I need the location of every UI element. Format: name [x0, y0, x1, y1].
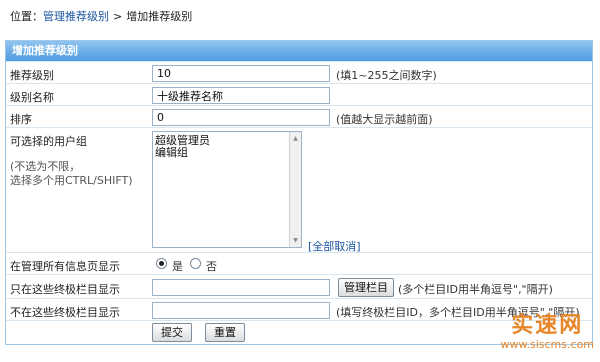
row-show-all: 在管理所有信息页显示 是 否 [6, 252, 592, 274]
form-panel: 增加推荐级别 推荐级别 (填1~255之间数字) 级别名称 排序 (值越大显示越… [5, 40, 593, 345]
show-only-label: 只在这些终极栏目显示 [10, 283, 120, 296]
row-name: 级别名称 [6, 83, 592, 105]
row-usergroups: 可选择的用户组 (不选为不限， 选择多个用CTRL/SHIFT) 超级管理员 编… [6, 127, 592, 253]
level-hint: (填1~255之间数字) [336, 69, 437, 82]
usergroup-option[interactable]: 编辑组 [153, 147, 301, 159]
name-input[interactable] [152, 87, 330, 104]
panel-title: 增加推荐级别 [6, 41, 592, 61]
order-hint: (值越大显示越前面) [336, 113, 433, 126]
breadcrumb: 位置：管理推荐级别 > 增加推荐级别 [10, 10, 192, 24]
order-input[interactable] [152, 109, 330, 126]
show-all-no-label: 否 [206, 260, 217, 273]
breadcrumb-separator: > [113, 10, 123, 23]
level-input[interactable] [152, 65, 330, 82]
show-all-label: 在管理所有信息页显示 [10, 260, 120, 273]
scroll-down-icon[interactable]: ▼ [290, 235, 301, 246]
usergroups-label: 可选择的用户组 [10, 135, 87, 148]
show-all-yes-label: 是 [172, 260, 183, 273]
watermark-url: www.siscms.com [500, 338, 594, 351]
breadcrumb-parent-link[interactable]: 管理推荐级别 [43, 10, 109, 23]
submit-button[interactable]: 提交 [152, 323, 192, 342]
watermark-title: 实速网 [511, 313, 584, 338]
show-all-yes-radio[interactable] [156, 258, 167, 269]
row-level: 推荐级别 (填1~255之间数字) [6, 61, 592, 83]
show-only-hint: (多个栏目ID用半角逗号","隔开) [398, 283, 553, 296]
level-label: 推荐级别 [10, 69, 54, 82]
row-order: 排序 (值越大显示越前面) [6, 105, 592, 127]
hide-in-label: 不在这些终极栏目显示 [10, 306, 120, 319]
breadcrumb-prefix: 位置： [10, 10, 43, 23]
reset-button[interactable]: 重置 [205, 323, 245, 342]
listbox-scrollbar[interactable]: ▲ ▼ [289, 132, 301, 247]
name-label: 级别名称 [10, 91, 54, 104]
hide-in-input[interactable] [152, 302, 330, 319]
usergroups-note-line2: 选择多个用CTRL/SHIFT) [10, 174, 133, 187]
manage-columns-button[interactable]: 管理栏目 [338, 278, 394, 297]
scroll-up-icon[interactable]: ▲ [290, 133, 301, 144]
breadcrumb-current: 增加推荐级别 [126, 10, 193, 23]
watermark-logo: 实速网 www.siscms.com [500, 313, 594, 352]
show-only-input[interactable] [152, 279, 330, 296]
row-show-only: 只在这些终极栏目显示 管理栏目 (多个栏目ID用半角逗号","隔开) [6, 274, 592, 298]
show-all-no-radio[interactable] [190, 258, 201, 269]
order-label: 排序 [10, 113, 32, 126]
usergroups-listbox[interactable]: 超级管理员 编辑组 ▲ ▼ [152, 131, 302, 248]
